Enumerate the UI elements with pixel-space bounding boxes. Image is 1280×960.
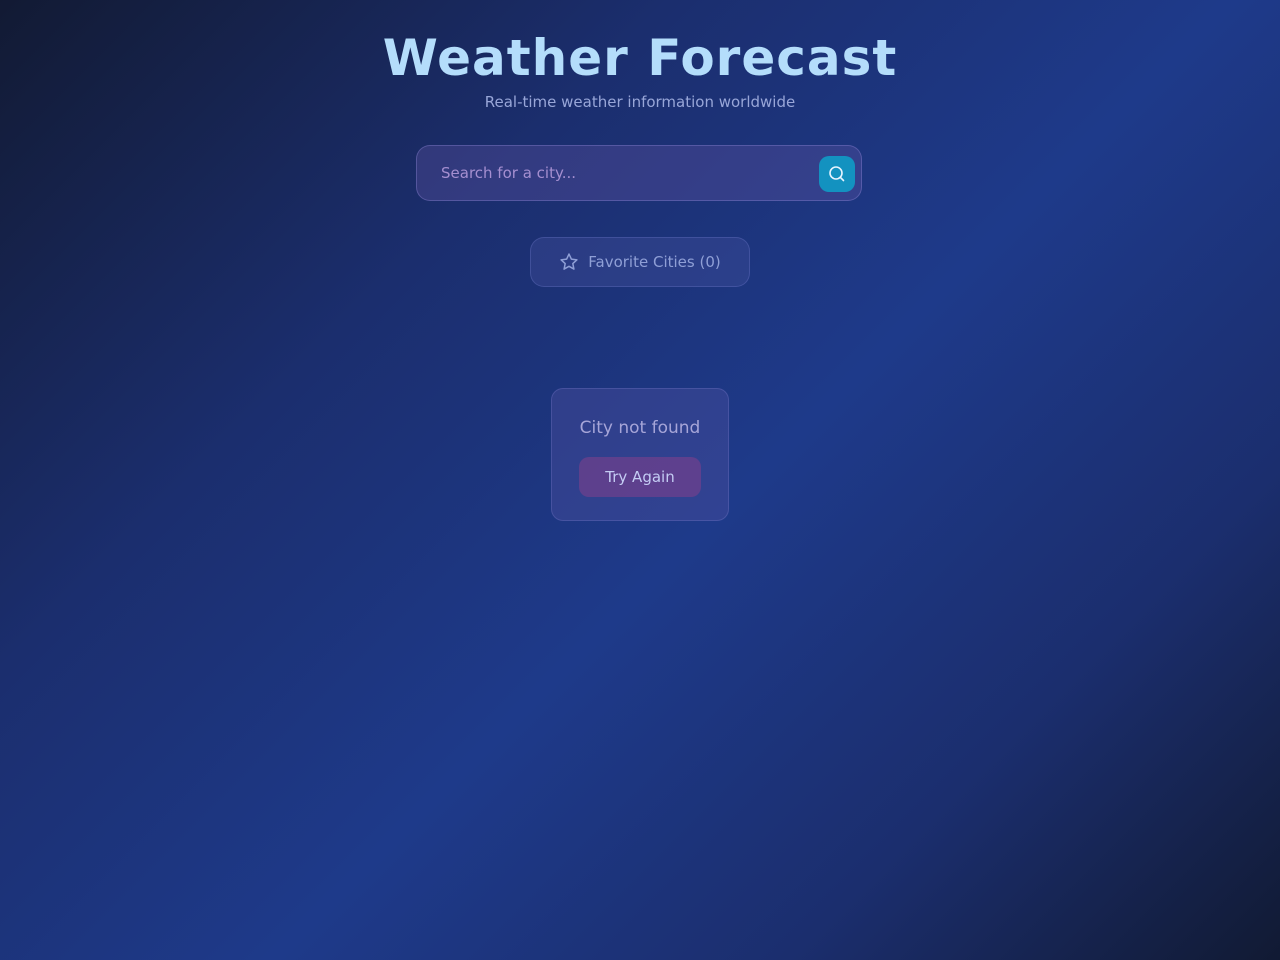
page-subtitle: Real-time weather information worldwide <box>484 93 796 111</box>
search-button[interactable] <box>819 156 855 192</box>
search-input[interactable] <box>441 146 811 200</box>
error-card: City not found Try Again <box>551 388 729 521</box>
search-icon <box>829 166 845 182</box>
search-bar <box>416 145 862 201</box>
star-icon <box>560 253 578 270</box>
try-again-button[interactable]: Try Again <box>579 457 701 497</box>
page-title: Weather Forecast <box>382 29 898 87</box>
favorite-cities-button[interactable]: Favorite Cities (0) <box>530 237 750 287</box>
error-message: City not found <box>579 418 701 438</box>
favorite-cities-label: Favorite Cities (0) <box>588 253 721 271</box>
